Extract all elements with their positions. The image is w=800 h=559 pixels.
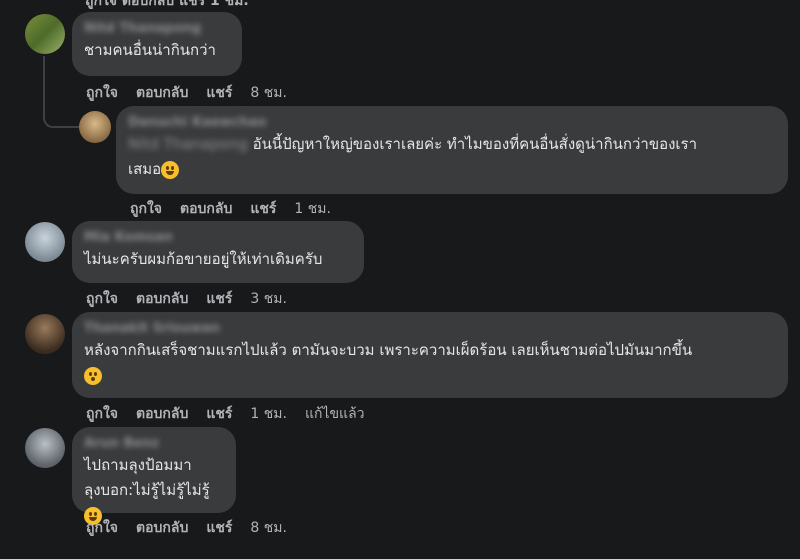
comment-actions: ถูกใจ ตอบกลับ แชร์ 8 ชม. [86,517,305,539]
avatar[interactable] [25,222,65,262]
comment-bubble: Mia Komsan ไม่นะครับผมก้อขายอยู่ให้เท่าเ… [72,221,364,283]
like-button[interactable]: ถูกใจ [86,517,118,539]
avatar[interactable] [25,314,65,354]
comment-time[interactable]: 8 ชม. [250,517,287,539]
comment-author[interactable]: Thanakit Srisuwan [84,320,776,338]
comment-author[interactable]: Nitd Thanapong [84,20,230,38]
comment-time[interactable]: 1 ชม. [294,198,331,220]
share-button[interactable]: แชร์ [250,198,276,220]
flushed-face-emoji [84,366,102,385]
edited-label: แก้ไขแล้ว [304,406,365,422]
like-button[interactable]: ถูกใจ [86,288,118,310]
mention-link[interactable]: Nitd Thanapong [128,135,248,153]
comment-actions: ถูกใจ ตอบกลับ แชร์ 1 ชม. แก้ไขแล้ว [86,403,365,425]
avatar[interactable] [79,111,111,143]
rofl-emoji [161,160,180,179]
like-button[interactable]: ถูกใจ [130,198,162,220]
comment-bubble: Nitd Thanapong ชามคนอื่นน่ากินกว่า [72,12,242,76]
comment-actions: ถูกใจ ตอบกลับ แชร์ 3 ชม. [86,288,305,310]
share-button[interactable]: แชร์ [206,517,232,539]
comment-time[interactable]: 8 ชม. [250,82,287,104]
comment-author[interactable]: Danuchi Kaewchao [128,114,776,132]
comment-bubble: Thanakit Srisuwan หลังจากกินเสร็จชามแรกไ… [72,312,788,398]
like-button[interactable]: ถูกใจ [86,82,118,104]
avatar[interactable] [25,14,65,54]
partial-actions-row: ถูกใจ ตอบกลับ แชร์ 1 ชม. [85,0,249,9]
share-button[interactable]: แชร์ [206,82,232,104]
comment-time[interactable]: 1 ชม. [250,403,287,425]
comment-text: ไม่นะครับผมก้อขายอยู่ให้เท่าเดิมครับ [84,250,323,268]
reply-button[interactable]: ตอบกลับ [180,198,232,220]
comment-actions: ถูกใจ ตอบกลับ แชร์ 1 ชม. [130,198,349,220]
share-button[interactable]: แชร์ [206,403,232,425]
avatar[interactable] [25,428,65,468]
reply-button[interactable]: ตอบกลับ [136,288,188,310]
reply-button[interactable]: ตอบกลับ [136,517,188,539]
comment-author[interactable]: Mia Komsan [84,229,352,247]
comment-text: หลังจากกินเสร็จชามแรกไปแล้ว ตามันจะบวม เ… [84,338,776,388]
comment-actions: ถูกใจ ตอบกลับ แชร์ 8 ชม. [86,82,305,104]
comment-text: ชามคนอื่นน่ากินกว่า [84,41,216,59]
reply-button[interactable]: ตอบกลับ [136,403,188,425]
comment-bubble: Arun Benz ไปถามลุงป้อมมา ลุงบอก:ไม่รู้ไม… [72,427,236,525]
reply-button[interactable]: ตอบกลับ [136,82,188,104]
comment-time[interactable]: 3 ชม. [250,288,287,310]
comment-author[interactable]: Arun Benz [84,435,224,453]
comment-bubble: Danuchi Kaewchao Nitd Thanapong อันนี้ปั… [116,106,788,194]
like-button[interactable]: ถูกใจ [86,403,118,425]
comment-text: Nitd Thanapong อันนี้ปัญหาใหญ่ของเราเลยค… [128,135,698,179]
share-button[interactable]: แชร์ [206,288,232,310]
reply-thread-line [43,56,83,128]
